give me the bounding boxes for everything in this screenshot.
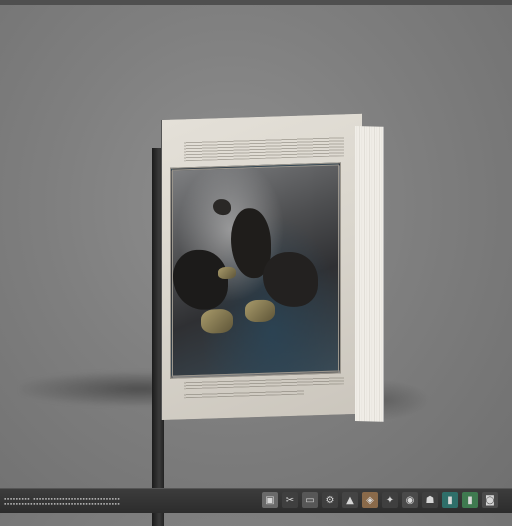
app-teal-icon[interactable]: ▮ <box>442 492 458 508</box>
status-line-2: ▪▪▪▪▪▪▪▪▪▪▪▪▪▪▪▪▪▪▪▪▪▪▪▪▪▪▪▪▪▪▪▪▪▪▪▪▪▪▪▪ <box>4 501 121 506</box>
app-green-icon[interactable]: ▮ <box>462 492 478 508</box>
tools-icon[interactable]: ⚙ <box>322 492 338 508</box>
photo-icon[interactable]: ◈ <box>362 492 378 508</box>
scissors-icon[interactable]: ✂ <box>282 492 298 508</box>
user-icon[interactable]: ☗ <box>422 492 438 508</box>
illustration-figure-right <box>263 251 318 308</box>
screenshot-icon[interactable]: ◙ <box>482 492 498 508</box>
window-icon[interactable]: ▭ <box>302 492 318 508</box>
stamp-icon[interactable]: ▲ <box>342 492 358 508</box>
illustration-vessel-3 <box>218 266 236 280</box>
taskbar-status-text: ▪▪▪▪▪▪▪▪▪ ▪▪▪▪▪▪▪▪▪▪▪▪▪▪▪▪▪▪▪▪▪▪▪▪▪▪▪▪▪▪… <box>4 496 244 506</box>
viewport-scene <box>0 0 512 526</box>
book-pages-edge <box>355 126 384 422</box>
illustration-figure-left <box>173 248 228 311</box>
illustration-vessel-1 <box>201 308 233 334</box>
cover-text-bottom <box>184 376 344 390</box>
bird-icon[interactable]: ✦ <box>382 492 398 508</box>
image-icon[interactable]: ▣ <box>262 492 278 508</box>
cover-text-bottom-2 <box>184 389 304 399</box>
book-object <box>150 113 385 526</box>
illustration-vessel-2 <box>245 299 275 323</box>
book-cover <box>162 113 362 420</box>
camera-icon[interactable]: ◉ <box>402 492 418 508</box>
floor-shadow <box>20 372 170 406</box>
illustration-head <box>213 198 231 216</box>
cover-illustration <box>170 162 341 379</box>
taskbar: ▪▪▪▪▪▪▪▪▪ ▪▪▪▪▪▪▪▪▪▪▪▪▪▪▪▪▪▪▪▪▪▪▪▪▪▪▪▪▪▪… <box>0 488 512 513</box>
